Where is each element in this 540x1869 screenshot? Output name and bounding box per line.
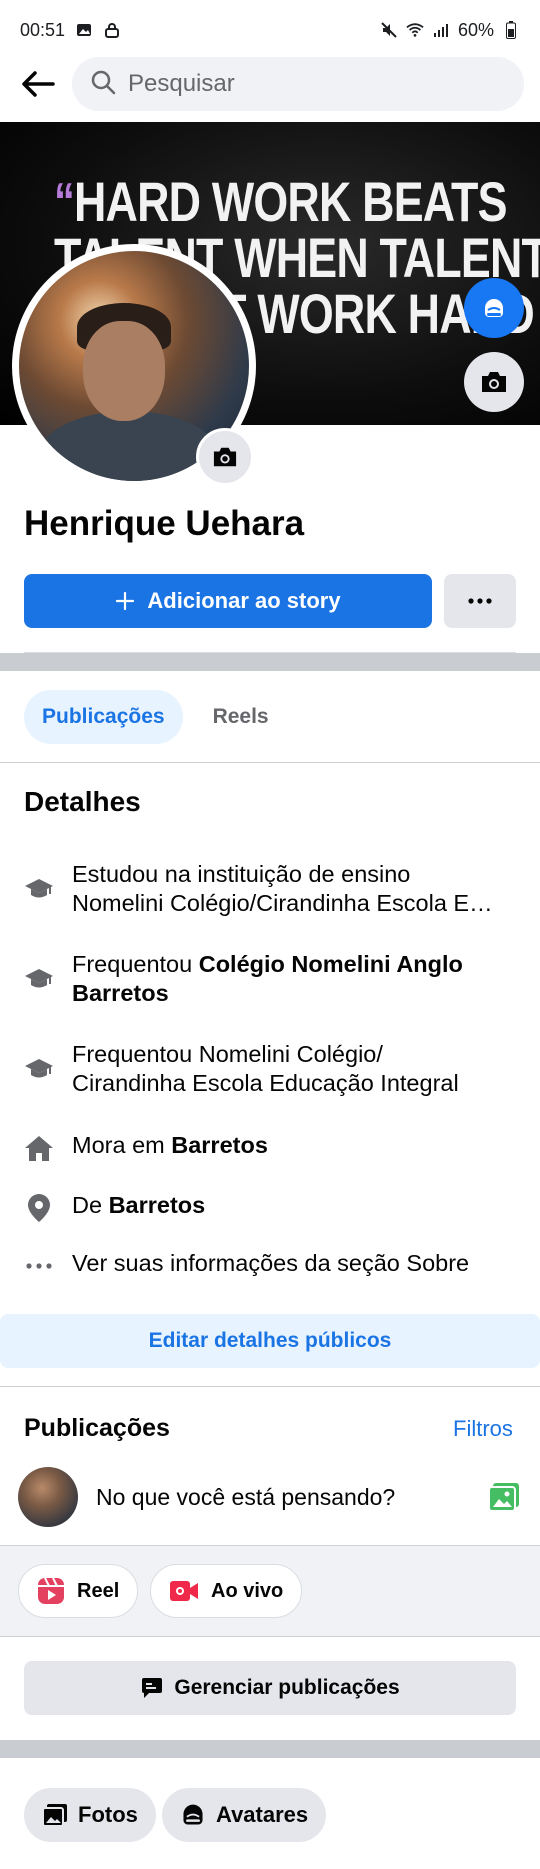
photos-label: Fotos bbox=[78, 1802, 138, 1827]
detail-city-link[interactable]: Barretos bbox=[171, 1132, 268, 1158]
cover-avatar-button[interactable] bbox=[464, 278, 524, 338]
more-dots-icon bbox=[24, 1251, 54, 1281]
live-label: Ao vivo bbox=[211, 1579, 284, 1602]
composer-placeholder[interactable]: No que você está pensando? bbox=[96, 1484, 468, 1511]
cover-camera-button[interactable] bbox=[464, 352, 524, 412]
reel-icon bbox=[38, 1577, 64, 1604]
profile-camera-button[interactable] bbox=[196, 428, 254, 486]
detail-text: Ver suas informações da seção Sobre bbox=[72, 1250, 470, 1276]
home-icon bbox=[24, 1133, 54, 1163]
tab-publicacoes[interactable]: Publicações bbox=[24, 690, 183, 744]
battery-percent: 60% bbox=[457, 19, 494, 40]
profile-tabs: Publicações Reels bbox=[24, 690, 287, 744]
mute-icon bbox=[380, 21, 398, 39]
avatar-face-icon bbox=[485, 299, 503, 317]
add-story-label: Adicionar ao story bbox=[147, 588, 341, 613]
graduation-cap-icon bbox=[24, 964, 54, 994]
avatar[interactable] bbox=[18, 1467, 78, 1527]
tab-reels[interactable]: Reels bbox=[195, 690, 287, 744]
photos-button[interactable]: Fotos bbox=[24, 1788, 156, 1842]
divider bbox=[0, 1386, 540, 1387]
live-video-icon bbox=[170, 1581, 198, 1601]
search-input[interactable] bbox=[128, 70, 506, 98]
detail-from: De Barretos bbox=[24, 1191, 524, 1223]
location-pin-icon bbox=[24, 1193, 54, 1223]
search-icon bbox=[90, 69, 116, 100]
manage-posts-button[interactable]: Gerenciar publicações bbox=[24, 1661, 516, 1715]
status-time: 00:51 bbox=[20, 19, 66, 40]
manage-posts-label: Gerenciar publicações bbox=[174, 1676, 400, 1699]
back-arrow-icon bbox=[22, 71, 55, 97]
more-dots-icon bbox=[468, 598, 492, 604]
avatars-button[interactable]: Avatares bbox=[162, 1788, 327, 1842]
reel-button[interactable]: Reel bbox=[18, 1564, 139, 1618]
lock-icon bbox=[103, 21, 121, 39]
detail-text: De bbox=[72, 1192, 109, 1218]
post-composer[interactable]: No que você está pensando? bbox=[18, 1466, 522, 1528]
details-title: Detalhes bbox=[24, 786, 141, 817]
detail-city-link[interactable]: Barretos bbox=[109, 1192, 206, 1218]
detail-school-link[interactable]: Barretos bbox=[72, 980, 169, 1006]
camera-icon bbox=[482, 372, 506, 392]
detail-text: Nomelini Colégio/Cirandinha Escola Educa… bbox=[72, 890, 502, 916]
detail-education-3: Frequentou Nomelini Colégio/ Cirandinha … bbox=[24, 1040, 524, 1098]
search-box[interactable] bbox=[72, 57, 524, 111]
divider bbox=[0, 1636, 540, 1637]
edit-public-details-button[interactable]: Editar detalhes públicos bbox=[0, 1314, 540, 1368]
filters-link[interactable]: Filtros bbox=[453, 1416, 513, 1442]
top-bar bbox=[0, 52, 540, 116]
reel-label: Reel bbox=[77, 1579, 120, 1602]
posts-title: Publicações bbox=[24, 1414, 170, 1442]
avatar-face-icon bbox=[183, 1804, 203, 1825]
section-separator bbox=[0, 653, 540, 671]
divider bbox=[0, 762, 540, 763]
detail-school-link[interactable]: Colégio Nomelini Anglo bbox=[199, 951, 463, 977]
graduation-cap-icon bbox=[24, 874, 54, 904]
battery-icon bbox=[502, 21, 520, 39]
profile-name: Henrique Uehara bbox=[24, 504, 305, 543]
detail-text: Frequentou bbox=[72, 951, 199, 977]
cover-quote-mark: “ bbox=[54, 173, 75, 231]
cover-quote-line-1: HARD WORK BEATS bbox=[74, 170, 507, 233]
photos-icon bbox=[42, 1804, 67, 1827]
add-story-button[interactable]: Adicionar ao story bbox=[24, 574, 432, 628]
chat-bubble-icon bbox=[142, 1678, 163, 1698]
more-options-button[interactable] bbox=[444, 574, 516, 628]
detail-text: Mora em bbox=[72, 1132, 172, 1158]
detail-lives-in: Mora em Barretos bbox=[24, 1131, 524, 1163]
live-button[interactable]: Ao vivo bbox=[150, 1564, 303, 1618]
graduation-cap-icon bbox=[24, 1054, 54, 1084]
signal-icon bbox=[432, 21, 450, 39]
back-button[interactable] bbox=[16, 62, 60, 106]
section-separator bbox=[0, 1740, 540, 1758]
avatars-label: Avatares bbox=[216, 1802, 309, 1827]
detail-text: Estudou na instituição de ensino bbox=[72, 861, 411, 887]
detail-text: Cirandinha Escola Educação Integral bbox=[72, 1070, 459, 1096]
plus-icon bbox=[116, 591, 135, 611]
detail-education-1: Estudou na instituição de ensino Nomelin… bbox=[24, 860, 524, 918]
camera-icon bbox=[213, 447, 237, 467]
detail-education-2: Frequentou Colégio Nomelini Anglo Barret… bbox=[24, 950, 524, 1008]
status-bar: 00:51 60% bbox=[0, 0, 540, 60]
image-icon bbox=[75, 21, 93, 39]
detail-see-about[interactable]: Ver suas informações da seção Sobre bbox=[24, 1249, 524, 1281]
photo-icon[interactable] bbox=[486, 1479, 522, 1515]
detail-text: Frequentou Nomelini Colégio/ bbox=[72, 1041, 383, 1067]
wifi-icon bbox=[406, 21, 424, 39]
